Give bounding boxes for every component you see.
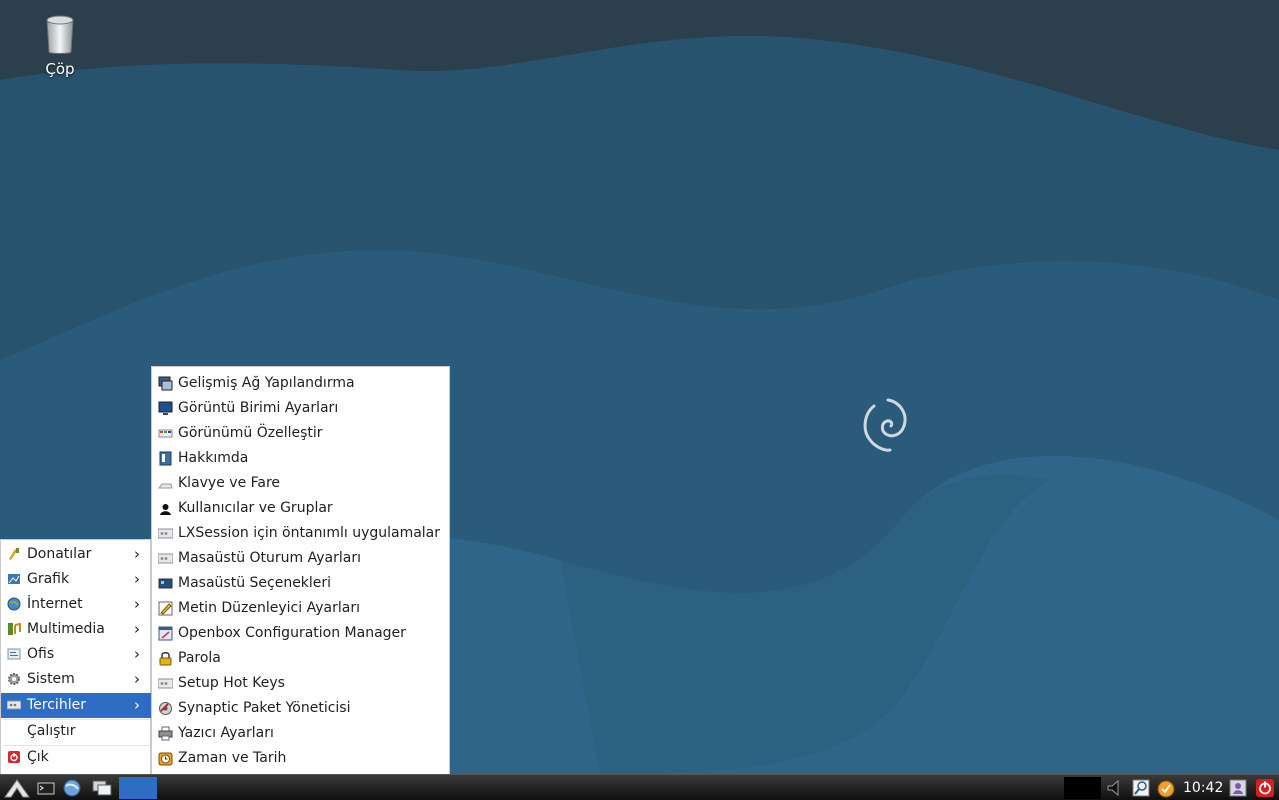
office-icon [7, 648, 21, 660]
submenu-item-desktop-options[interactable]: Masaüstü Seçenekleri [152, 570, 449, 595]
submenu-item-keyboard-mouse[interactable]: Klavye ve Fare [152, 470, 449, 495]
submenu-item-users-groups[interactable]: Kullanıcılar ve Gruplar [152, 495, 449, 520]
about-me-icon [159, 451, 172, 466]
terminal-icon[interactable] [36, 777, 56, 799]
chevron-right-icon: › [134, 545, 140, 563]
submenu-item-lxsession-defaults[interactable]: LXSession için öntanımlı uygulamalar [152, 520, 449, 545]
monitor-icon [158, 401, 173, 415]
submenu-item-synaptic[interactable]: Synaptic Paket Yöneticisi [152, 695, 449, 720]
system-gear-icon [8, 673, 20, 685]
lock-icon [159, 652, 172, 666]
taskbar: 10:42 [0, 774, 1279, 800]
submenu-item-network-config[interactable]: Gelişmiş Ağ Yapılandırma [152, 370, 449, 395]
submenu-item-hotkeys[interactable]: Setup Hot Keys [152, 670, 449, 695]
internet-globe-icon [7, 597, 21, 611]
appearance-icon [158, 429, 173, 438]
lxsession-defaults-icon [158, 528, 173, 539]
window-switch-icon[interactable] [90, 777, 114, 799]
submenu-item-openbox-config[interactable]: Openbox Configuration Manager [152, 620, 449, 645]
chevron-right-icon: › [134, 595, 140, 613]
submenu-item-printer[interactable]: Yazıcı Ayarları [152, 720, 449, 745]
trash-icon [46, 15, 74, 54]
menu-item-system[interactable]: Sistem › [1, 667, 151, 692]
submenu-item-time-date[interactable]: Zaman ve Tarih [152, 745, 449, 770]
accessories-icon [9, 548, 19, 560]
volume-icon[interactable] [1104, 777, 1130, 799]
menu-item-graphics[interactable]: Grafik › [1, 567, 151, 592]
chevron-right-icon: › [134, 670, 140, 688]
menu-item-multimedia[interactable]: Multimedia › [1, 617, 151, 642]
keyboard-mouse-icon [158, 483, 173, 489]
network-config-icon [158, 376, 173, 391]
synaptic-icon [159, 702, 172, 715]
users-groups-icon [160, 504, 171, 515]
power-icon[interactable] [1255, 777, 1275, 799]
multimedia-icon [8, 622, 21, 635]
start-menu: Donatılar › Grafik › İnternet › Multimed… [0, 539, 151, 774]
text-editor-icon [158, 601, 173, 616]
search-tray-icon[interactable] [1131, 777, 1151, 799]
browser-icon[interactable] [61, 777, 83, 799]
submenu-item-text-editor[interactable]: Metin Düzenleyici Ayarları [152, 595, 449, 620]
printer-icon [158, 726, 173, 741]
submenu-item-display[interactable]: Görüntü Birimi Ayarları [152, 395, 449, 420]
chevron-right-icon: › [134, 696, 140, 714]
chevron-right-icon: › [134, 645, 140, 663]
update-notifier-icon[interactable] [1155, 777, 1177, 799]
menu-item-office[interactable]: Ofis › [1, 642, 151, 667]
menu-logo-icon[interactable] [3, 777, 31, 799]
submenu-item-password[interactable]: Parola [152, 645, 449, 670]
desktop-icon-label: Çöp [45, 60, 75, 78]
chevron-right-icon: › [134, 620, 140, 638]
desktop-icon-trash[interactable]: Çöp [30, 12, 90, 82]
menu-item-accessories[interactable]: Donatılar › [1, 542, 151, 567]
menu-item-internet[interactable]: İnternet › [1, 592, 151, 617]
menu-item-preferences[interactable]: Tercihler › [1, 693, 151, 718]
session-settings-icon [158, 553, 173, 564]
chevron-right-icon: › [134, 570, 140, 588]
hotkeys-icon [158, 678, 173, 689]
clock[interactable]: 10:42 [1183, 780, 1223, 796]
preferences-submenu: Gelişmiş Ağ Yapılandırma Görüntü Birimi … [151, 366, 450, 774]
menu-item-run[interactable]: Çalıştır [1, 719, 151, 744]
submenu-item-session-settings[interactable]: Masaüstü Oturum Ayarları [152, 545, 449, 570]
preferences-icon [7, 700, 21, 710]
clock-date-icon [158, 752, 173, 766]
menu-item-logout[interactable]: Çık [1, 745, 151, 770]
desktop-options-icon [158, 578, 173, 589]
submenu-item-about-me[interactable]: Hakkımda [152, 445, 449, 470]
tray-area [1064, 777, 1101, 799]
user-switch-icon[interactable] [1228, 777, 1248, 799]
openbox-icon [158, 626, 173, 641]
active-task-button[interactable] [119, 777, 157, 799]
submenu-item-appearance[interactable]: Görünümü Özelleştir [152, 420, 449, 445]
debian-logo-icon [863, 398, 907, 452]
logout-icon [8, 751, 20, 763]
graphics-icon [8, 574, 20, 584]
